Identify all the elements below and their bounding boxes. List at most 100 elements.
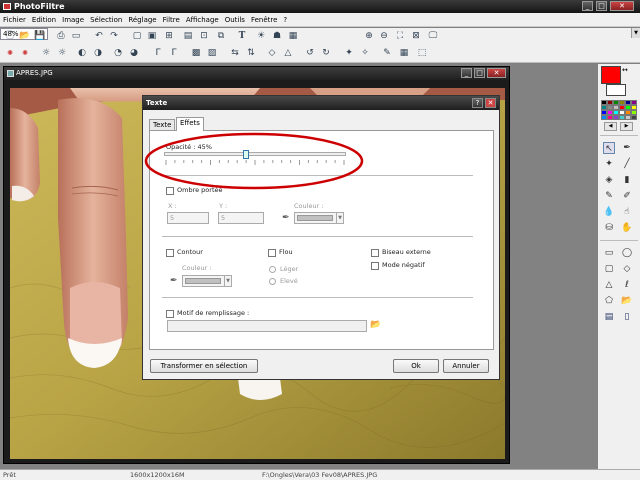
shadow-color-select[interactable]: ▼ [294, 212, 344, 224]
image-minimize-icon[interactable]: _ [461, 68, 472, 78]
motif-checkbox[interactable] [166, 310, 174, 318]
line-tool-icon[interactable]: ╱ [621, 158, 633, 170]
rectangle-shape-icon[interactable]: ▭ [603, 247, 615, 259]
gamma-plus-icon[interactable]: Γ [168, 47, 180, 59]
filter-icon[interactable]: ☀ [255, 30, 267, 42]
menu-edition[interactable]: Edition [29, 13, 59, 27]
blur-icon[interactable]: ◇ [266, 47, 278, 59]
foreground-color-swatch[interactable] [601, 66, 621, 84]
actual-size-icon[interactable]: ⛶ [394, 30, 406, 42]
polygon-icon[interactable]: ⬠ [603, 295, 615, 307]
image-close-icon[interactable]: ✕ [487, 68, 506, 78]
folder-icon[interactable]: 📂 [370, 320, 381, 330]
diamond-shape-icon[interactable]: ◇ [621, 263, 633, 275]
palette-next-icon[interactable]: ▶ [620, 122, 633, 131]
menu-help[interactable]: ? [280, 13, 290, 27]
zoom-out-icon[interactable]: ⊖ [378, 30, 390, 42]
close-icon[interactable]: ✕ [610, 1, 634, 11]
biseau-checkbox[interactable] [371, 249, 379, 257]
open-shape-icon[interactable]: 📂 [621, 295, 633, 307]
save-icon[interactable]: 💾 [34, 30, 46, 42]
contrast-minus-icon[interactable]: ◐ [76, 47, 88, 59]
motif-path-input[interactable] [167, 320, 367, 332]
crop-icon[interactable]: ⧉ [215, 30, 227, 42]
texture-icon[interactable]: ▦ [398, 47, 410, 59]
gamma-minus-icon[interactable]: Γ [152, 47, 164, 59]
advanced-brush-icon[interactable]: ✐ [621, 190, 633, 202]
copy-icon[interactable]: ▢ [131, 30, 143, 42]
open-icon[interactable]: 📂 [19, 30, 31, 42]
hand-tool-icon[interactable]: ✋ [621, 222, 633, 234]
dialog-close-icon[interactable]: ✕ [485, 98, 496, 108]
ok-button[interactable]: Ok [393, 359, 439, 373]
menu-filtre[interactable]: Filtre [160, 13, 183, 27]
blur-tool-icon[interactable]: 💧 [603, 206, 615, 218]
menu-fenetre[interactable]: Fenêtre [248, 13, 280, 27]
contrast-plus-icon[interactable]: ◑ [92, 47, 104, 59]
lasso-icon[interactable]: ℓ [621, 279, 633, 291]
brightness-minus-icon[interactable]: ☼ [40, 47, 52, 59]
rounded-rect-icon[interactable]: ▢ [603, 263, 615, 275]
grayscale-icon[interactable]: ▩ [190, 47, 202, 59]
radio-leger[interactable] [269, 266, 276, 273]
paint-filter-icon[interactable]: ✎ [381, 47, 393, 59]
minimize-icon[interactable]: _ [582, 1, 593, 11]
flip-v-icon[interactable]: ⇅ [245, 47, 257, 59]
fill-tool-icon[interactable]: ◈ [603, 174, 615, 186]
transform-selection-button[interactable]: Transformer en sélection [150, 359, 258, 373]
triangle-shape-icon[interactable]: △ [603, 279, 615, 291]
shadow-x-input[interactable]: 5 [167, 212, 209, 224]
flou-checkbox[interactable] [268, 249, 276, 257]
undo-icon[interactable]: ↶ [93, 30, 105, 42]
effect-icon[interactable]: ✧ [359, 47, 371, 59]
selection-mode-a-icon[interactable]: ▤ [603, 311, 615, 323]
menu-affichage[interactable]: Affichage [183, 13, 222, 27]
browser-icon[interactable]: ▦ [287, 30, 299, 42]
brightness-plus-icon[interactable]: ☼ [56, 47, 68, 59]
clone-stamp-icon[interactable]: ⛁ [603, 222, 615, 234]
cancel-button[interactable]: Annuler [443, 359, 489, 373]
image-maximize-icon[interactable]: □ [474, 68, 485, 78]
flip-h-icon[interactable]: ⇆ [229, 47, 241, 59]
swap-colors-icon[interactable]: ↔ [622, 66, 628, 74]
fullscreen-icon[interactable]: 🖵 [427, 30, 439, 42]
shadow-y-input[interactable]: 5 [218, 212, 264, 224]
auto-levels-icon[interactable]: ✺ [4, 47, 16, 59]
palette-swatch[interactable] [631, 115, 637, 120]
auto-contrast-icon[interactable]: ✺ [19, 47, 31, 59]
sepia-icon[interactable]: ▨ [206, 47, 218, 59]
transform-icon[interactable]: ⬚ [416, 47, 428, 59]
paste-icon[interactable]: ▣ [146, 30, 158, 42]
magic-wand-filter-icon[interactable]: ✦ [343, 47, 355, 59]
rotate-right-icon[interactable]: ↻ [320, 47, 332, 59]
smudge-tool-icon[interactable]: ☝ [621, 206, 633, 218]
mode-negatif-checkbox[interactable] [371, 262, 379, 270]
text-tool-icon[interactable]: T [236, 30, 248, 42]
contour-color-select[interactable]: ▼ [182, 275, 232, 287]
menu-fichier[interactable]: Fichier [0, 13, 29, 27]
select-tool-icon[interactable]: ↖ [603, 142, 615, 154]
print-icon[interactable]: ⎙ [55, 30, 67, 42]
automation-icon[interactable]: ☗ [271, 30, 283, 42]
color-palette[interactable] [601, 100, 637, 120]
zoom-in-icon[interactable]: ⊕ [363, 30, 375, 42]
sharpen-icon[interactable]: △ [282, 47, 294, 59]
fit-window-icon[interactable]: ⊠ [410, 30, 422, 42]
saturation-minus-icon[interactable]: ◔ [112, 47, 124, 59]
scan-icon[interactable]: ▭ [70, 30, 82, 42]
selection-mode-b-icon[interactable]: ▯ [621, 311, 633, 323]
dialog-help-icon[interactable]: ? [472, 98, 483, 108]
tab-effets[interactable]: Effets [176, 117, 204, 131]
radio-eleve[interactable] [269, 278, 276, 285]
spray-tool-icon[interactable]: ▮ [621, 174, 633, 186]
menu-reglage[interactable]: Réglage [125, 13, 159, 27]
eyedropper-tool-icon[interactable]: ✒ [621, 142, 633, 154]
contour-checkbox[interactable] [166, 249, 174, 257]
new-icon[interactable]: 🗋 [4, 30, 16, 42]
redo-icon[interactable]: ↷ [108, 30, 120, 42]
frame-icon[interactable]: ⊡ [198, 30, 210, 42]
maximize-icon[interactable]: □ [596, 1, 607, 11]
saturation-plus-icon[interactable]: ◕ [128, 47, 140, 59]
brush-tool-icon[interactable]: ✎ [603, 190, 615, 202]
ellipse-shape-icon[interactable]: ◯ [621, 247, 633, 259]
